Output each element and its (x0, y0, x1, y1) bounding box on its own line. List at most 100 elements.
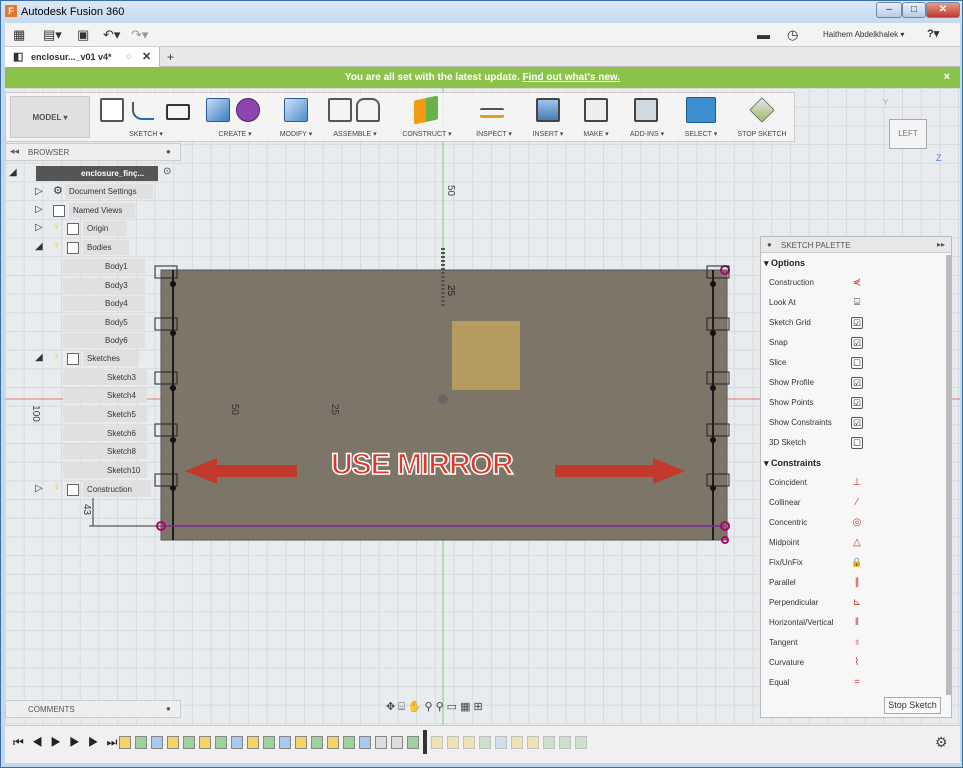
create-menu-label[interactable]: CREATE ▾ (200, 130, 270, 138)
timeline-feature[interactable] (447, 736, 459, 749)
timeline-forward-icon[interactable]: ▶▶ (69, 735, 106, 749)
browser-node-document-settings[interactable]: Document Settings (65, 184, 153, 199)
browser-node-body3[interactable]: Body3 (63, 278, 145, 293)
stop-sketch-label[interactable]: STOP SKETCH (732, 131, 792, 138)
stop-sketch-button[interactable]: Stop Sketch (884, 697, 941, 714)
constraint-collinear[interactable]: Collinear ⁄ (761, 493, 951, 513)
show-points-checkbox[interactable]: ☑ (851, 397, 863, 409)
browser-panel-header[interactable]: ◂◂ BROWSER ● (5, 143, 181, 161)
timeline-feature[interactable] (559, 736, 571, 749)
fit-icon[interactable]: ⚲ (436, 701, 447, 713)
constraint-coincident[interactable]: Coincident ⊥ (761, 473, 951, 493)
modify-tool-group[interactable]: MODIFY ▾ (272, 96, 320, 140)
timeline-feature[interactable] (279, 736, 291, 749)
option-look-at[interactable]: Look At ⌸ (761, 293, 951, 313)
constraint-curvature[interactable]: Curvature ⌇ (761, 653, 951, 673)
viewcube[interactable]: LEFT (889, 119, 927, 149)
save-icon[interactable]: ▣ (77, 27, 89, 43)
timeline-feature[interactable] (311, 736, 323, 749)
sketch-tool-group[interactable]: SKETCH ▾ (96, 96, 196, 140)
new-tab-button[interactable]: + (167, 50, 174, 64)
construct-menu-label[interactable]: CONSTRUCT ▾ (396, 130, 458, 138)
timeline-feature[interactable] (167, 736, 179, 749)
sketch-menu-label[interactable]: SKETCH ▾ (96, 130, 196, 138)
expand-named-views-icon[interactable]: ▷ (35, 204, 43, 215)
whats-new-link[interactable]: Find out what's new. (523, 72, 621, 83)
option-sketch-grid[interactable]: Sketch Grid ☑ (761, 313, 951, 333)
browser-node-bodies[interactable]: Bodies (83, 240, 129, 255)
option-3d-sketch[interactable]: 3D Sketch ☐ (761, 433, 951, 453)
zoom-icon[interactable]: ⚲ (425, 701, 436, 713)
collinear-icon[interactable]: ⁄ (851, 497, 863, 509)
root-component-node[interactable]: enclosure_finç... (36, 166, 158, 181)
comments-pin-icon[interactable]: ● (166, 704, 171, 713)
browser-node-sketch6[interactable]: Sketch6 (63, 426, 147, 441)
constraint-perpendicular[interactable]: Perpendicular ⊾ (761, 593, 951, 613)
make-tool-group[interactable]: MAKE ▾ (574, 96, 618, 140)
browser-node-sketch4[interactable]: Sketch4 (63, 388, 147, 403)
coincident-icon[interactable]: ⊥ (851, 477, 863, 489)
browser-node-named-views[interactable]: Named Views (69, 203, 135, 218)
timeline-feature[interactable] (247, 736, 259, 749)
sketches-bulb-icon[interactable]: ♀ (53, 351, 61, 362)
palette-scrollbar[interactable] (946, 255, 951, 695)
timeline-feature[interactable] (295, 736, 307, 749)
close-tab-icon[interactable]: ✕ (142, 50, 151, 63)
assemble-menu-label[interactable]: ASSEMBLE ▾ (324, 130, 386, 138)
3d-print-icon[interactable] (584, 98, 608, 122)
assemble-tool-group[interactable]: ASSEMBLE ▾ (324, 96, 386, 140)
browser-node-construction[interactable]: Construction (83, 482, 151, 497)
constraint-parallel[interactable]: Parallel ∥ (761, 573, 951, 593)
browser-node-body5[interactable]: Body5 (63, 315, 145, 330)
create-tool-group[interactable]: CREATE ▾ (200, 96, 270, 140)
rectangle-tool-icon[interactable] (166, 104, 190, 120)
insert-image-icon[interactable] (536, 98, 560, 122)
help-menu[interactable]: ?▾ (927, 27, 939, 40)
browser-node-body4[interactable]: Body4 (63, 296, 145, 311)
workspace-mode-dropdown[interactable]: MODEL ▾ (10, 96, 90, 138)
palette-pin-icon[interactable]: ● (767, 240, 772, 249)
option-slice[interactable]: Slice ☐ (761, 353, 951, 373)
orbit-icon[interactable]: ✥ (386, 701, 398, 713)
stop-sketch-tool-group[interactable]: STOP SKETCH (732, 96, 792, 140)
create-sketch-icon[interactable] (100, 98, 124, 122)
timeline-feature[interactable] (527, 736, 539, 749)
timeline-feature[interactable] (407, 736, 419, 749)
timeline-first-icon[interactable]: ⏮ (13, 735, 32, 749)
timeline-feature[interactable] (119, 736, 131, 749)
timeline-feature[interactable] (479, 736, 491, 749)
timeline-feature[interactable] (183, 736, 195, 749)
option-show-constraints[interactable]: Show Constraints ☑ (761, 413, 951, 433)
constraint-midpoint[interactable]: Midpoint △ (761, 533, 951, 553)
display-settings-icon[interactable]: ▭ (447, 701, 460, 713)
insert-menu-label[interactable]: INSERT ▾ (526, 130, 570, 138)
timeline-feature[interactable] (575, 736, 587, 749)
stop-sketch-icon[interactable] (749, 97, 775, 123)
pattern-sphere-icon[interactable] (236, 98, 260, 122)
maximize-button[interactable]: □ (902, 2, 926, 18)
scripts-gear-icon[interactable] (634, 98, 658, 122)
snap-checkbox[interactable]: ☑ (851, 337, 863, 349)
select-menu-label[interactable]: SELECT ▾ (678, 130, 724, 138)
expand-construction-icon[interactable]: ▷ (35, 483, 43, 494)
browser-node-sketch10[interactable]: Sketch10 (63, 463, 147, 478)
extrude-icon[interactable] (206, 98, 230, 122)
browser-node-sketch8[interactable]: Sketch8 (63, 444, 147, 459)
timeline-feature[interactable] (359, 736, 371, 749)
timeline-feature[interactable] (431, 736, 443, 749)
comments-panel-header[interactable]: COMMENTS ● (5, 700, 181, 718)
browser-node-sketches[interactable]: Sketches (83, 351, 139, 366)
minimize-button[interactable]: – (876, 2, 902, 18)
collapse-browser-icon[interactable]: ◂◂ (10, 146, 19, 157)
construction-bulb-icon[interactable]: ♀ (53, 482, 61, 493)
timeline-feature[interactable] (463, 736, 475, 749)
slice-checkbox[interactable]: ☐ (851, 357, 863, 369)
constraint-equal[interactable]: Equal = (761, 673, 951, 693)
history-clock-icon[interactable]: ◷ (787, 27, 798, 43)
option-construction[interactable]: Construction ⋞ (761, 273, 951, 293)
measure-icon[interactable] (480, 108, 504, 118)
add-ins-menu-label[interactable]: ADD-INS ▾ (622, 130, 672, 138)
curvature-icon[interactable]: ⌇ (851, 657, 863, 669)
new-component-icon[interactable] (328, 98, 352, 122)
document-tab[interactable]: ◧ enclosur..._v01 v4* ○ ✕ (5, 47, 160, 67)
